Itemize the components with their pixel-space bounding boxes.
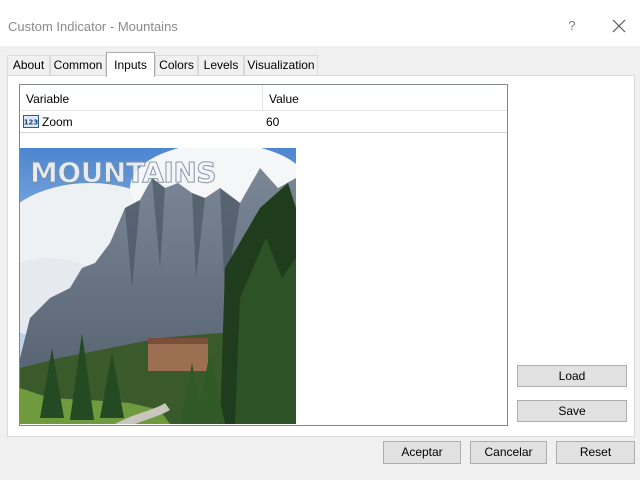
tab-inputs[interactable]: Inputs bbox=[106, 52, 155, 77]
tab-about[interactable]: About bbox=[7, 55, 50, 76]
title-bar: Custom Indicator - Mountains ? bbox=[0, 0, 640, 46]
numeric-123-icon: 123 bbox=[23, 115, 39, 128]
svg-text:123: 123 bbox=[24, 119, 39, 127]
close-icon bbox=[612, 19, 626, 33]
tab-levels[interactable]: Levels bbox=[198, 55, 244, 76]
mountain-landscape-picture bbox=[20, 148, 296, 424]
tab-visualization[interactable]: Visualization bbox=[244, 55, 318, 76]
variable-name: Zoom bbox=[42, 115, 73, 129]
load-button[interactable]: Load bbox=[517, 365, 627, 387]
window-title: Custom Indicator - Mountains bbox=[8, 19, 178, 34]
variable-value[interactable]: 60 bbox=[266, 115, 279, 129]
row-divider bbox=[20, 132, 507, 133]
dialog-body: About Common Inputs Colors Levels Visual… bbox=[0, 46, 640, 480]
tab-colors[interactable]: Colors bbox=[155, 55, 198, 76]
column-header-variable[interactable]: Variable bbox=[26, 92, 69, 106]
column-header-value[interactable]: Value bbox=[269, 92, 299, 106]
help-button[interactable]: ? bbox=[558, 14, 586, 38]
save-button[interactable]: Save bbox=[517, 400, 627, 422]
cancel-button[interactable]: Cancelar bbox=[470, 441, 547, 464]
accept-button[interactable]: Aceptar bbox=[383, 441, 461, 464]
table-header: Variable Value bbox=[20, 85, 507, 111]
tab-common[interactable]: Common bbox=[50, 55, 106, 76]
preview-overlay-text: MOUNTAINS bbox=[30, 156, 217, 190]
column-divider[interactable] bbox=[262, 85, 263, 111]
indicator-preview-image: MOUNTAINS bbox=[20, 148, 296, 424]
reset-button[interactable]: Reset bbox=[556, 441, 635, 464]
inputs-table: Variable Value 123 Zoom 60 MOUNTAINS bbox=[19, 84, 508, 426]
close-button[interactable] bbox=[605, 14, 633, 38]
inputs-panel: Variable Value 123 Zoom 60 MOUNTAINS Loa… bbox=[7, 75, 635, 437]
table-row[interactable]: 123 Zoom 60 bbox=[20, 112, 507, 132]
